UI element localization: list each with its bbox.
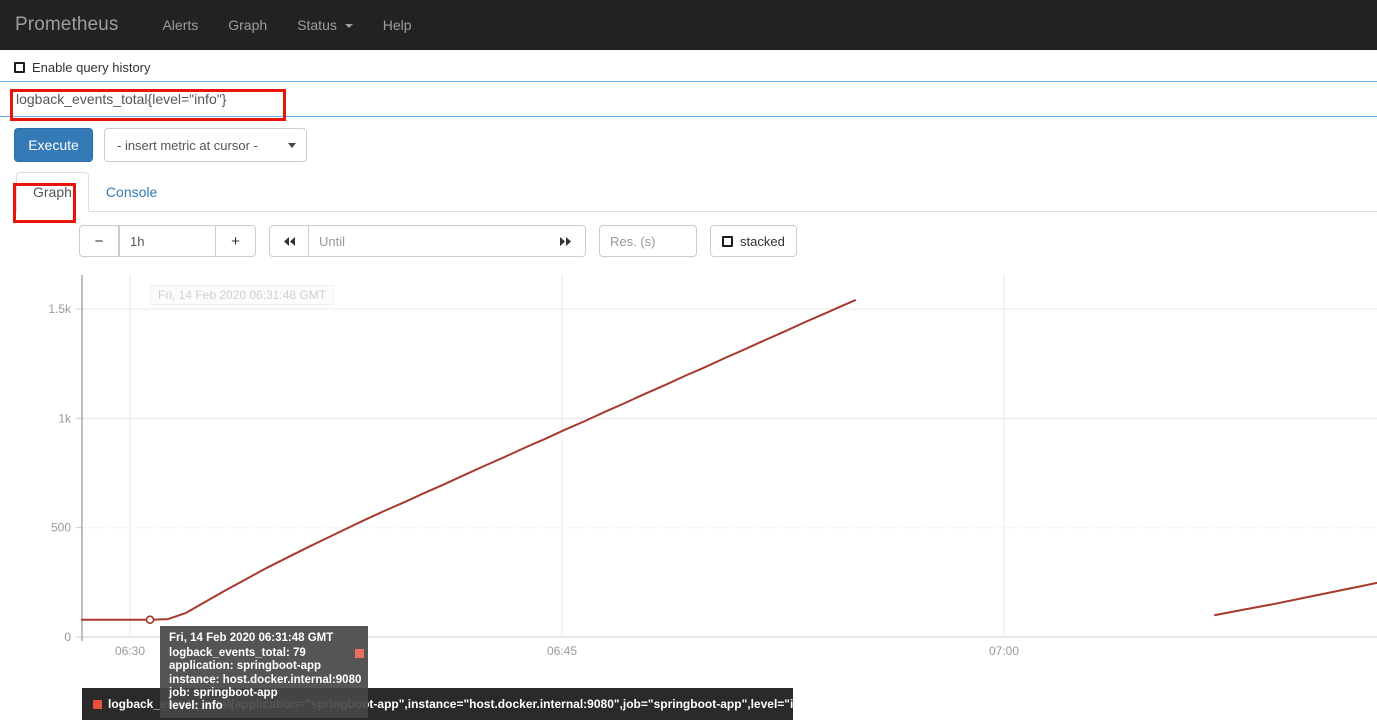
resolution-input[interactable]: Res. (s)	[599, 225, 697, 257]
y-axis-tick-500: 500	[51, 521, 71, 535]
x-axis-tick-06:45: 06:45	[547, 644, 577, 658]
insert-metric-select[interactable]: - insert metric at cursor -	[104, 128, 307, 162]
checkbox-icon-enable-query-history[interactable]	[14, 62, 25, 73]
nav-item-status[interactable]: Status	[282, 0, 368, 50]
chevron-down-icon	[288, 142, 296, 148]
step-forward-button[interactable]	[546, 225, 586, 257]
graph-controls: − 1h + Until Res. (s) stacked	[0, 212, 1377, 257]
top-navbar: Prometheus Alerts Graph Status Help	[0, 0, 1377, 50]
tooltip-label-application: application: springboot-app	[169, 660, 322, 673]
nav-item-status-label: Status	[297, 17, 337, 33]
enable-query-history-label[interactable]: Enable query history	[32, 60, 151, 75]
time-group: Until	[269, 225, 586, 257]
y-axis-tick-1.5k: 1.5k	[48, 302, 72, 316]
checkbox-icon-stacked[interactable]	[722, 235, 733, 247]
range-input[interactable]: 1h	[119, 225, 216, 257]
x-axis-tick-06:30: 06:30	[115, 644, 145, 658]
query-input-wrap	[0, 81, 1377, 117]
nav-item-graph[interactable]: Graph	[213, 0, 282, 50]
tooltip-label-job: job: springboot-app	[169, 686, 278, 699]
nav-item-help[interactable]: Help	[368, 0, 427, 50]
nav-item-alerts[interactable]: Alerts	[147, 0, 213, 50]
chart-canvas: 0 500 1k 1.5k 06:30 06:45 07:00	[48, 275, 1377, 658]
stacked-label: stacked	[740, 233, 785, 249]
query-history-row: Enable query history	[0, 50, 1377, 81]
insert-metric-select-value: - insert metric at cursor -	[117, 137, 258, 153]
hover-point-marker	[145, 615, 155, 625]
forward-icon	[560, 236, 571, 246]
hover-axis-time-label: Fri, 14 Feb 2020 06:31:48 GMT	[150, 285, 335, 305]
tooltip-metric-value: logback_events_total: 79	[169, 647, 364, 660]
nav-item-graph-label: Graph	[228, 17, 268, 33]
stacked-checkbox[interactable]: stacked	[710, 225, 797, 257]
tab-graph[interactable]: Graph	[16, 172, 89, 212]
chart-tooltip: Fri, 14 Feb 2020 06:31:48 GMT logback_ev…	[160, 626, 368, 719]
chevron-down-icon	[344, 24, 353, 29]
query-expression-input[interactable]	[0, 81, 1377, 117]
increase-range-button[interactable]: +	[216, 225, 256, 257]
legend-color-swatch	[93, 699, 102, 709]
graph-chart[interactable]: 0 500 1k 1.5k 06:30 06:45 07:00	[0, 265, 1377, 685]
y-axis-tick-1k: 1k	[58, 411, 72, 425]
tab-console-label: Console	[105, 184, 158, 200]
decrease-range-button[interactable]: −	[79, 225, 119, 257]
step-backward-button[interactable]	[269, 225, 309, 257]
nav-item-alerts-label: Alerts	[162, 17, 199, 33]
nav-item-help-label: Help	[382, 17, 412, 33]
series-line-0-0	[81, 299, 856, 621]
execute-row: Execute - insert metric at cursor -	[0, 117, 1377, 162]
tab-console[interactable]: Console	[89, 172, 174, 212]
until-input[interactable]: Until	[309, 225, 546, 257]
brand-prometheus[interactable]: Prometheus	[15, 14, 133, 36]
tooltip-timestamp: Fri, 14 Feb 2020 06:31:48 GMT	[169, 632, 334, 644]
x-axis-tick-07:00: 07:00	[989, 644, 1019, 658]
series-color-swatch	[355, 649, 364, 659]
y-axis-tick-0: 0	[64, 630, 71, 644]
tab-graph-label: Graph	[33, 184, 72, 200]
tooltip-label-instance: instance: host.docker.internal:9080	[169, 673, 362, 686]
range-group: − 1h +	[79, 225, 256, 257]
tooltip-metric-text: logback_events_total: 79	[169, 647, 306, 660]
series-line-0-1	[1214, 581, 1377, 617]
execute-button[interactable]: Execute	[14, 128, 93, 162]
backward-icon	[283, 236, 295, 246]
tooltip-label-level: level: info	[169, 700, 223, 713]
nav-links: Alerts Graph Status Help	[147, 0, 426, 50]
view-tabs: Graph Console	[14, 172, 1377, 212]
